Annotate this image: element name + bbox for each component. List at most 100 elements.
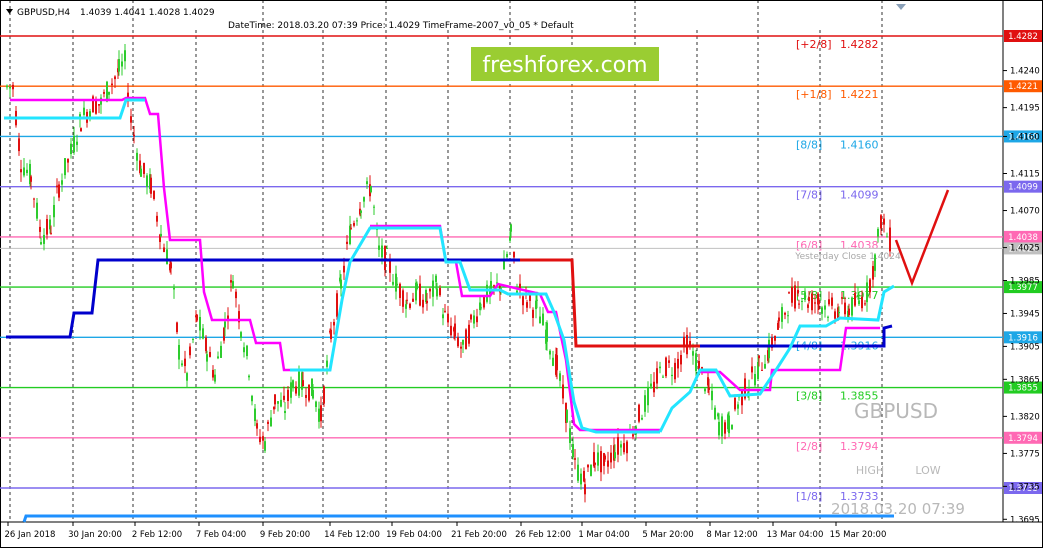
candle-body	[784, 312, 786, 315]
candle-body	[844, 302, 846, 315]
candle-body	[280, 399, 282, 407]
candle-body	[143, 162, 145, 174]
candle-body	[270, 417, 272, 427]
candle-body	[186, 373, 188, 381]
level-value-0: 1.4282	[840, 38, 879, 51]
candle-body	[39, 226, 41, 232]
candle-body	[804, 292, 806, 300]
candle-body	[350, 227, 352, 229]
chart-svg[interactable]: [+2/8] 1.4282 1.4282 [+1/8] 1.4221 1.4221 [8/8…	[0, 0, 1043, 548]
candle-body	[683, 336, 685, 346]
candle-body	[650, 383, 652, 387]
price-chart[interactable]: [+2/8] 1.4282 1.4282 [+1/8] 1.4221 1.4221 [8/8…	[0, 0, 1043, 548]
candle-body	[653, 381, 655, 393]
candle-body	[95, 100, 97, 114]
candle-body	[333, 321, 335, 326]
candle-body	[444, 310, 446, 312]
ytick-label-9: 1.3865	[1010, 375, 1040, 385]
candle-body	[9, 86, 11, 89]
level-value-2: 1.4160	[840, 138, 879, 151]
candle-body	[470, 314, 472, 320]
candle-body	[665, 357, 667, 377]
candle-body	[814, 302, 816, 304]
candle-body	[248, 375, 250, 378]
candle-body	[480, 307, 482, 309]
candle-body	[872, 266, 874, 280]
candle-body	[539, 316, 541, 324]
candle-body	[402, 290, 404, 307]
candle-body	[620, 444, 622, 448]
candle-body	[323, 386, 325, 404]
candle-body	[153, 190, 155, 199]
candle-body	[824, 305, 826, 310]
candle-body	[594, 462, 596, 465]
candle-body	[384, 246, 386, 271]
candle-body	[146, 175, 148, 188]
candle-body	[623, 443, 625, 453]
candle-body	[121, 61, 123, 67]
candle-body	[751, 366, 753, 373]
candle-body	[326, 360, 328, 367]
candle-body	[378, 245, 380, 250]
candle-body	[50, 232, 52, 234]
candle-body	[295, 386, 297, 394]
candle-body	[243, 347, 245, 353]
candle-body	[53, 204, 55, 218]
candle-body	[209, 352, 211, 357]
candle-body	[526, 302, 528, 308]
candle-body	[111, 83, 113, 86]
candle-body	[854, 292, 856, 306]
candle-body	[214, 374, 216, 382]
candle-body	[510, 224, 512, 232]
candle-body	[877, 228, 879, 237]
header-ohlc: 1.4039 1.4041 1.4028 1.4029	[80, 8, 215, 18]
ytick-label-3: 1.4115	[1010, 169, 1040, 179]
candle-body	[206, 354, 208, 362]
candle-body	[794, 285, 796, 309]
candle-body	[58, 184, 60, 198]
candle-body	[610, 452, 612, 463]
candle-body	[788, 292, 790, 294]
candle-body	[124, 50, 126, 62]
candle-body	[741, 389, 743, 406]
ytick-label-1: 1.4195	[1010, 104, 1040, 114]
candle-body	[532, 309, 534, 318]
candle-body	[827, 316, 829, 318]
level-box-text-4: 1.4038	[1008, 233, 1038, 243]
candle-body	[791, 286, 793, 303]
xtick-label-1: 30 Jan 20:00	[68, 530, 122, 540]
ytick-label-10: 1.3820	[1010, 412, 1040, 422]
xtick-label-9: 1 Mar 04:00	[578, 530, 629, 540]
candle-body	[283, 395, 285, 400]
candle-body	[305, 394, 307, 398]
xtick-label-5: 14 Feb 12:00	[324, 530, 380, 540]
candle-body	[439, 288, 441, 296]
candle-body	[566, 410, 568, 423]
watermark-low: LOW	[915, 464, 940, 477]
candle-body	[262, 436, 264, 441]
candle-body	[389, 260, 391, 273]
ytick-label-11: 1.3775	[1010, 449, 1040, 459]
watermark-high: HIGH	[856, 464, 884, 477]
candle-body	[858, 300, 860, 305]
level-box-text-3: 1.4099	[1008, 183, 1038, 193]
xtick-label-4: 9 Feb 20:00	[260, 530, 310, 540]
candle-body	[156, 215, 158, 222]
candle-body	[346, 241, 348, 244]
watermark-datetime: 2018.03.20 07:39	[831, 500, 965, 518]
candle-body	[577, 464, 579, 481]
candle-body	[468, 324, 470, 344]
candle-body	[818, 301, 820, 304]
candle-body	[647, 387, 649, 406]
candle-body	[662, 376, 664, 378]
candle-body	[821, 307, 823, 314]
xtick-label-8: 26 Feb 12:00	[515, 530, 571, 540]
candle-body	[506, 253, 508, 258]
candle-body	[373, 206, 375, 208]
candle-body	[12, 84, 14, 90]
candle-body	[381, 245, 383, 258]
candle-body	[419, 283, 421, 306]
candle-body	[264, 441, 266, 451]
candle-body	[290, 382, 292, 398]
candle-body	[259, 436, 261, 443]
